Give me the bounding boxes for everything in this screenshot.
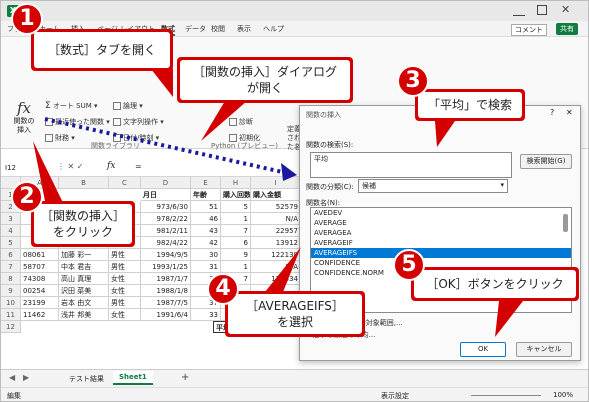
- callout-4-line1: ［AVERAGEIFS］: [246, 299, 344, 313]
- step-badge-3: 3: [397, 65, 429, 97]
- callout-3: 「平均」で検索: [415, 89, 525, 121]
- dotted-arrow-line: [44, 117, 288, 175]
- step-badge-5: 5: [393, 249, 425, 281]
- dotted-arrow-head: [281, 163, 297, 181]
- callout-5: ［OK］ボタンをクリック: [411, 267, 579, 301]
- callout-6-text: ［関数の挿入］ダイアログ が開く: [180, 60, 350, 100]
- step-badge-4: 4: [207, 273, 239, 305]
- callout-6: ［関数の挿入］ダイアログ が開く: [177, 57, 353, 103]
- callout-2-line1: ［関数の挿入］: [40, 209, 125, 223]
- callout-4-text: ［AVERAGEIFS］ を選択: [228, 294, 362, 334]
- callout-4-line2: を選択: [276, 315, 313, 329]
- callout-5-text: ［OK］ボタンをクリック: [414, 270, 576, 298]
- callout-1-text: ［数式］タブを開く: [34, 32, 170, 68]
- callout4-pointer: [261, 247, 301, 297]
- step-badge-2: 2: [11, 181, 43, 213]
- callout-6-line2: が開く: [246, 81, 283, 95]
- callout5-pointer: [495, 301, 523, 337]
- callout-1: ［数式］タブを開く: [31, 29, 173, 71]
- callout-6-line1: ［関数の挿入］ダイアログ: [192, 65, 337, 79]
- step-badge-1: 1: [11, 3, 43, 35]
- callout-2-text: ［関数の挿入］ をクリック: [34, 204, 132, 244]
- callout-2-line2: をクリック: [52, 225, 113, 239]
- callout-4: ［AVERAGEIFS］ を選択: [225, 291, 365, 337]
- callout-3-text: 「平均」で検索: [418, 92, 522, 118]
- callout3-pointer: [435, 121, 455, 147]
- callout6-pointer: [201, 101, 247, 141]
- excel-window: X ✕ ファイル ホーム 挿入 ページ レイアウト 数式 データ 校閲 表示 ヘ…: [0, 0, 589, 402]
- callout-2: ［関数の挿入］ をクリック: [31, 201, 135, 247]
- callout1-pointer: [151, 69, 173, 97]
